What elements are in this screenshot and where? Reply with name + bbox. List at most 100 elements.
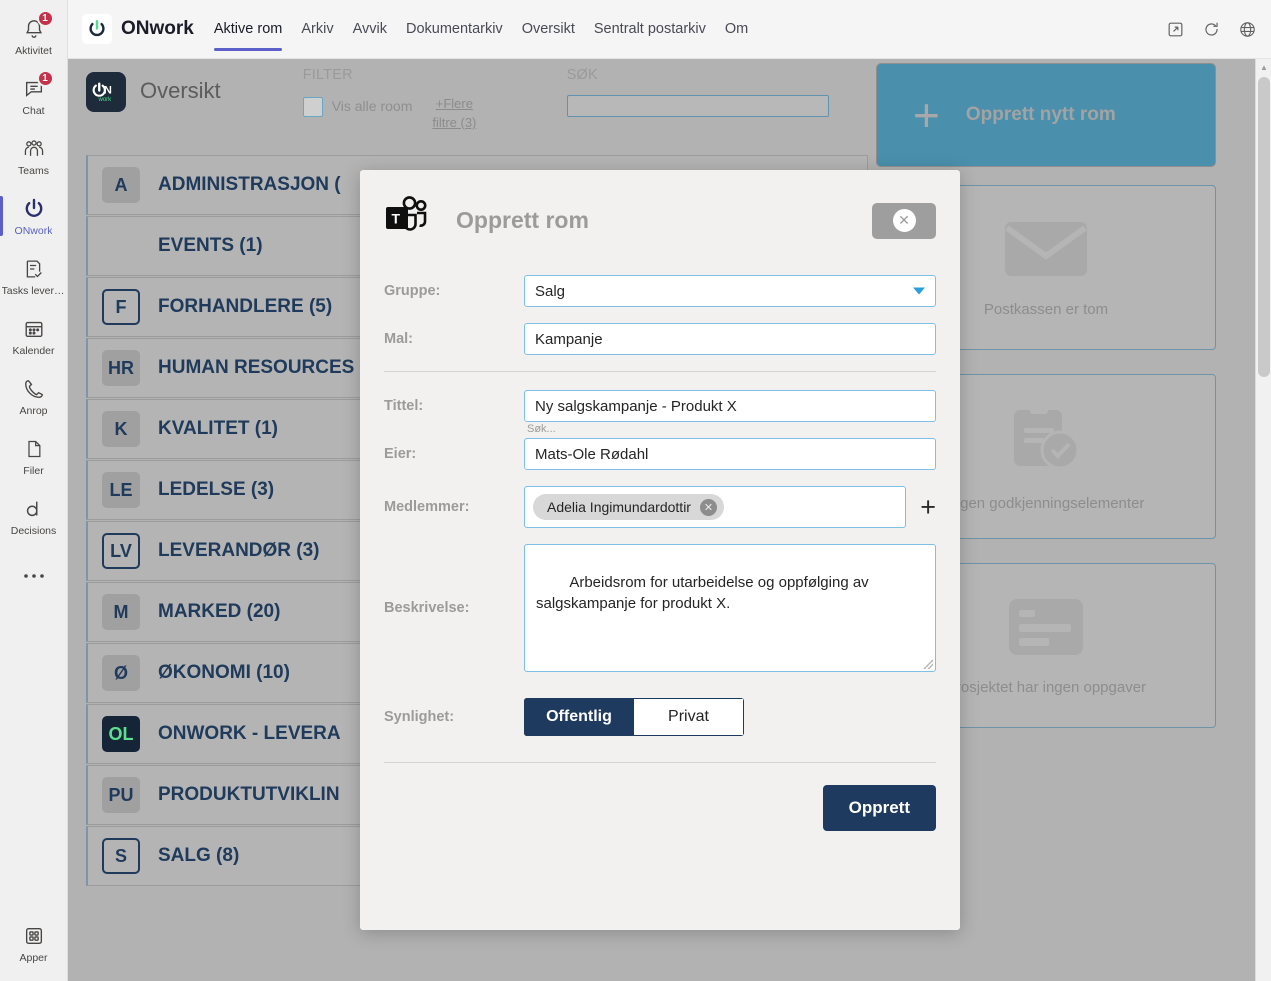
- beskrivelse-label: Beskrivelse:: [384, 600, 470, 616]
- rail-item-anrop[interactable]: Anrop: [0, 366, 68, 426]
- rail-label-decisions: Decisions: [10, 524, 57, 537]
- app-root: 1 Aktivitet 1 Chat Teams ONwork Tasks le…: [0, 0, 1271, 981]
- rail-item-chat[interactable]: 1 Chat: [0, 66, 68, 126]
- refresh-icon[interactable]: [1202, 20, 1221, 39]
- room-name: ØKONOMI (10): [158, 662, 290, 683]
- rail-label-onwork: ONwork: [14, 224, 53, 237]
- rail-label-teams: Teams: [18, 164, 49, 177]
- vis-alle-room-checkbox[interactable]: [302, 97, 323, 117]
- aktivitet-badge: 1: [36, 10, 54, 27]
- rail-item-kalender[interactable]: Kalender: [0, 306, 68, 366]
- rail-item-aktivitet[interactable]: 1 Aktivitet: [0, 6, 68, 66]
- rail-item-decisions[interactable]: Decisions: [0, 486, 68, 546]
- gruppe-select[interactable]: Salg: [524, 275, 936, 307]
- eier-input[interactable]: Mats-Ole Rødahl: [524, 438, 936, 470]
- field-row-mal: Mal: Kampanje: [384, 323, 936, 355]
- nav-avvik[interactable]: Avvik: [353, 0, 387, 59]
- create-new-room-label: Opprett nytt rom: [965, 104, 1116, 125]
- close-icon: ✕: [892, 209, 916, 232]
- onwork-logo: N work: [86, 72, 126, 112]
- chevron-down-icon: [913, 287, 925, 295]
- top-nav: Aktive rom Arkiv Avvik Dokumentarkiv Ove…: [213, 0, 748, 59]
- plus-icon: +: [913, 89, 940, 141]
- app-topbar: ONwork Aktive rom Arkiv Avvik Dokumentar…: [68, 0, 1271, 59]
- brand-title: ONwork: [121, 18, 194, 39]
- tittel-label: Tittel:: [384, 398, 424, 414]
- eier-label: Eier:: [384, 446, 417, 462]
- topbar-actions: [1166, 20, 1257, 39]
- modal-close-button[interactable]: ✕: [872, 202, 936, 239]
- pop-out-icon[interactable]: [1166, 20, 1185, 39]
- synlighet-option-privat[interactable]: Privat: [634, 698, 744, 736]
- create-room-modal: T Opprett rom ✕ Gruppe: Salg Mal: Kampan…: [360, 170, 960, 930]
- room-name: KVALITET (1): [158, 418, 278, 439]
- room-avatar: LV: [102, 533, 140, 569]
- microsoft-teams-icon: T: [384, 196, 430, 245]
- room-avatar: Ø: [102, 655, 140, 691]
- card-tasks-text: Prosjektet har ingen oppgaver: [945, 678, 1147, 696]
- envelope-icon: [1003, 218, 1089, 285]
- room-avatar: A: [102, 167, 140, 203]
- synlighet-option-offentlig[interactable]: Offentlig: [524, 698, 634, 736]
- submit-opprett-button[interactable]: Opprett: [822, 785, 936, 831]
- room-name: PRODUKTUTVIKLIN: [158, 784, 340, 805]
- room-name: SALG (8): [158, 845, 240, 866]
- resize-grip-icon[interactable]: [923, 659, 933, 669]
- nav-arkiv[interactable]: Arkiv: [301, 0, 333, 59]
- page-scrollbar[interactable]: ▲: [1255, 59, 1271, 981]
- create-new-room-button[interactable]: + Opprett nytt rom: [876, 63, 1216, 167]
- onwork-power-logo: [82, 14, 112, 44]
- mal-input[interactable]: Kampanje: [524, 323, 936, 355]
- room-name: FORHANDLERE (5): [158, 296, 333, 317]
- room-avatar: [102, 228, 140, 264]
- rail-item-teams[interactable]: Teams: [0, 126, 68, 186]
- chat-badge: 1: [36, 70, 54, 87]
- phone-icon: [23, 376, 45, 402]
- more-ellipsis-icon: [22, 563, 46, 589]
- member-chip: Adelia Ingimundardottir ✕: [533, 494, 724, 520]
- room-avatar: F: [102, 289, 140, 325]
- add-member-plus-icon[interactable]: +: [920, 493, 936, 521]
- room-avatar: M: [102, 594, 140, 630]
- rail-item-more[interactable]: [0, 546, 68, 606]
- field-row-tittel: Tittel: Ny salgskampanje - Produkt X: [384, 390, 936, 422]
- modal-divider-top: [384, 371, 936, 372]
- rail-item-apper[interactable]: Apper: [0, 913, 68, 973]
- room-avatar: PU: [102, 777, 140, 813]
- tittel-input[interactable]: Ny salgskampanje - Produkt X: [524, 390, 936, 422]
- page-title: Oversikt: [140, 78, 221, 103]
- file-icon: [24, 436, 44, 462]
- beskrivelse-textarea[interactable]: Arbeidsrom for utarbeidelse og oppfølgin…: [524, 544, 936, 672]
- search-input[interactable]: [566, 95, 829, 117]
- rail-item-onwork[interactable]: ONwork: [0, 186, 68, 246]
- more-filters-link[interactable]: +Flere filtre (3): [425, 95, 483, 133]
- scroll-up-arrow-icon[interactable]: ▲: [1256, 59, 1271, 75]
- beskrivelse-text: Arbeidsrom for utarbeidelse og oppfølgin…: [536, 574, 873, 612]
- svg-text:N: N: [104, 85, 112, 97]
- modal-header: T Opprett rom ✕: [384, 196, 936, 245]
- scrollbar-thumb[interactable]: [1258, 77, 1270, 377]
- clipboard-check-icon: [1006, 402, 1086, 479]
- room-name: EVENTS (1): [158, 235, 263, 256]
- medlemmer-input[interactable]: Adelia Ingimundardottir ✕: [524, 486, 907, 528]
- room-avatar: HR: [102, 350, 140, 386]
- nav-sentralt-postarkiv[interactable]: Sentralt postarkiv: [594, 0, 706, 59]
- modal-footer: Opprett: [384, 762, 936, 831]
- svg-text:T: T: [392, 211, 401, 227]
- nav-om[interactable]: Om: [725, 0, 748, 59]
- synlighet-label: Synlighet:: [384, 709, 455, 725]
- nav-aktive-rom[interactable]: Aktive rom: [213, 0, 282, 59]
- rail-item-tasks[interactable]: Tasks levert...: [0, 246, 68, 306]
- modal-title: Opprett rom: [456, 207, 589, 233]
- rail-label-chat: Chat: [22, 104, 45, 117]
- room-name: HUMAN RESOURCES: [158, 357, 355, 378]
- nav-oversikt[interactable]: Oversikt: [522, 0, 575, 59]
- eier-wrapper: Søk... Mats-Ole Rødahl: [524, 423, 936, 470]
- gruppe-value: Salg: [535, 282, 566, 300]
- power-icon: [22, 196, 46, 222]
- rail-item-filer[interactable]: Filer: [0, 426, 68, 486]
- nav-dokumentarkiv[interactable]: Dokumentarkiv: [406, 0, 503, 59]
- chip-remove-icon[interactable]: ✕: [699, 498, 717, 516]
- globe-icon[interactable]: [1238, 20, 1257, 39]
- tasks-icon: [23, 256, 44, 282]
